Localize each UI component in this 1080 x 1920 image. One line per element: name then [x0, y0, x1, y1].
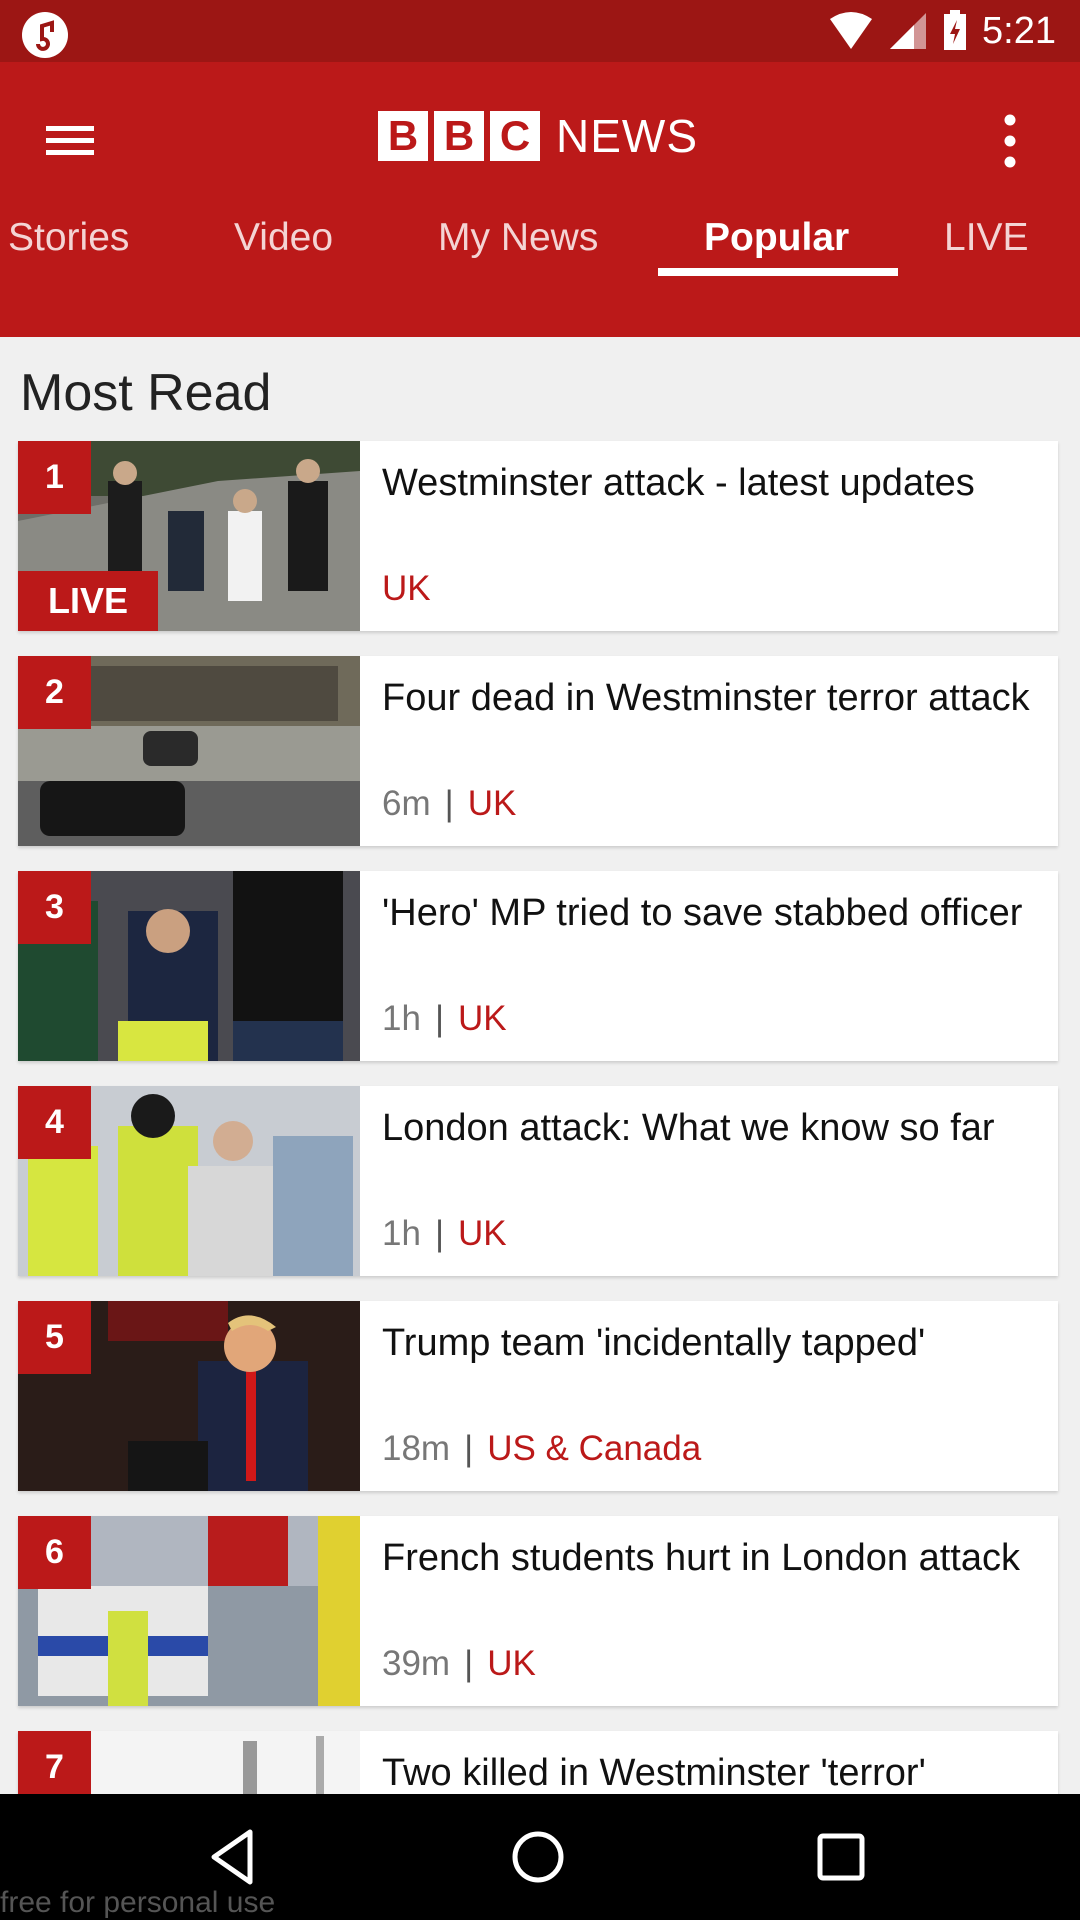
music-app-icon: [22, 12, 68, 58]
meta-separator: |: [434, 999, 445, 1038]
recents-icon[interactable]: [806, 1822, 876, 1892]
meta-separator: |: [464, 1429, 474, 1468]
tab-my-news[interactable]: My News: [438, 200, 598, 275]
article-category[interactable]: US & Canada: [487, 1429, 701, 1468]
article-meta: 6m | UK: [382, 784, 516, 824]
article-card[interactable]: 6 French students hurt in London attack …: [18, 1516, 1058, 1706]
rank-badge: 6: [18, 1516, 91, 1589]
article-time: 18m: [382, 1429, 451, 1468]
article-thumbnail: 6: [18, 1516, 360, 1706]
article-category[interactable]: UK: [458, 1214, 507, 1253]
article-thumbnail: 4: [18, 1086, 360, 1276]
watermark: free for personal use: [0, 1886, 276, 1919]
rank-badge: 2: [18, 656, 91, 729]
menu-icon[interactable]: [40, 110, 100, 170]
article-headline: Trump team 'incidentally tapped': [382, 1322, 926, 1364]
status-bar: 5:21: [0, 0, 1080, 62]
tab-popular[interactable]: Popular: [704, 200, 849, 275]
article-card[interactable]: 2 Four dead in Westminster terror attack…: [18, 656, 1058, 846]
article-meta: 1h | UK: [382, 1214, 507, 1254]
clock: 5:21: [982, 9, 1056, 52]
article-thumbnail: 7: [18, 1731, 360, 1794]
tab-bar: Stories Video My News Popular LIVE: [0, 200, 1080, 275]
active-tab-indicator: [658, 268, 898, 276]
article-card[interactable]: 7 Two killed in Westminster 'terror': [18, 1731, 1058, 1794]
article-category[interactable]: UK: [458, 999, 507, 1038]
app-bar: B B C NEWS Stories Video My News Popular…: [0, 62, 1080, 337]
article-time: 39m: [382, 1644, 451, 1683]
article-thumbnail: 5: [18, 1301, 360, 1491]
article-category[interactable]: UK: [382, 569, 431, 608]
rank-badge: 3: [18, 871, 91, 944]
more-options-icon[interactable]: [990, 106, 1030, 176]
article-meta: 18m | US & Canada: [382, 1429, 701, 1469]
article-card[interactable]: 3 'Hero' MP tried to save stabbed office…: [18, 871, 1058, 1061]
bbc-news-logo: B B C NEWS: [378, 110, 698, 162]
rank-badge: 4: [18, 1086, 91, 1159]
article-meta: UK: [382, 569, 431, 609]
rank-badge: 1: [18, 441, 91, 514]
article-meta: 39m | UK: [382, 1644, 536, 1684]
article-card[interactable]: 4 London attack: What we know so far 1h |…: [18, 1086, 1058, 1276]
article-card[interactable]: 1 LIVE Westminster attack - latest updat…: [18, 441, 1058, 631]
meta-separator: |: [434, 1214, 445, 1253]
meta-separator: |: [464, 1644, 474, 1683]
home-icon[interactable]: [503, 1822, 573, 1892]
article-time: 1h: [382, 1214, 421, 1253]
back-icon[interactable]: [200, 1822, 270, 1892]
tab-live[interactable]: LIVE: [944, 200, 1029, 275]
tab-stories[interactable]: Stories: [8, 200, 129, 275]
article-headline: Westminster attack - latest updates: [382, 462, 975, 504]
rank-badge: 5: [18, 1301, 91, 1374]
article-headline: 'Hero' MP tried to save stabbed officer: [382, 892, 1023, 934]
article-time: 1h: [382, 999, 421, 1038]
battery-charging-icon: [944, 10, 967, 50]
section-title: Most Read: [20, 364, 272, 422]
system-nav-bar: free for personal use: [0, 1794, 1080, 1920]
article-meta: 1h | UK: [382, 999, 507, 1039]
article-card[interactable]: 5 Trump team 'incidentally tapped' 18m | U…: [18, 1301, 1058, 1491]
rank-badge: 7: [18, 1731, 91, 1794]
logo-block-c: C: [490, 111, 540, 161]
article-category[interactable]: UK: [468, 784, 517, 823]
logo-block-b2: B: [434, 111, 484, 161]
article-thumbnail: 3: [18, 871, 360, 1061]
article-thumbnail: 1 LIVE: [18, 441, 360, 631]
article-headline: Two killed in Westminster 'terror': [382, 1752, 926, 1794]
article-headline: Four dead in Westminster terror attack: [382, 677, 1030, 719]
article-headline: London attack: What we know so far: [382, 1107, 995, 1149]
signal-icon: [890, 13, 927, 49]
logo-news-text: NEWS: [556, 110, 698, 162]
article-category[interactable]: UK: [487, 1644, 536, 1683]
wifi-icon: [830, 12, 873, 49]
logo-block-b1: B: [378, 111, 428, 161]
article-thumbnail: 2: [18, 656, 360, 846]
most-read-list: Most Read 1 LIVE Westminster attack - la…: [0, 337, 1080, 1794]
tab-video[interactable]: Video: [234, 200, 333, 275]
live-badge: LIVE: [18, 571, 158, 631]
article-headline: French students hurt in London attack: [382, 1537, 1020, 1579]
meta-separator: |: [444, 784, 454, 823]
article-time: 6m: [382, 784, 431, 823]
